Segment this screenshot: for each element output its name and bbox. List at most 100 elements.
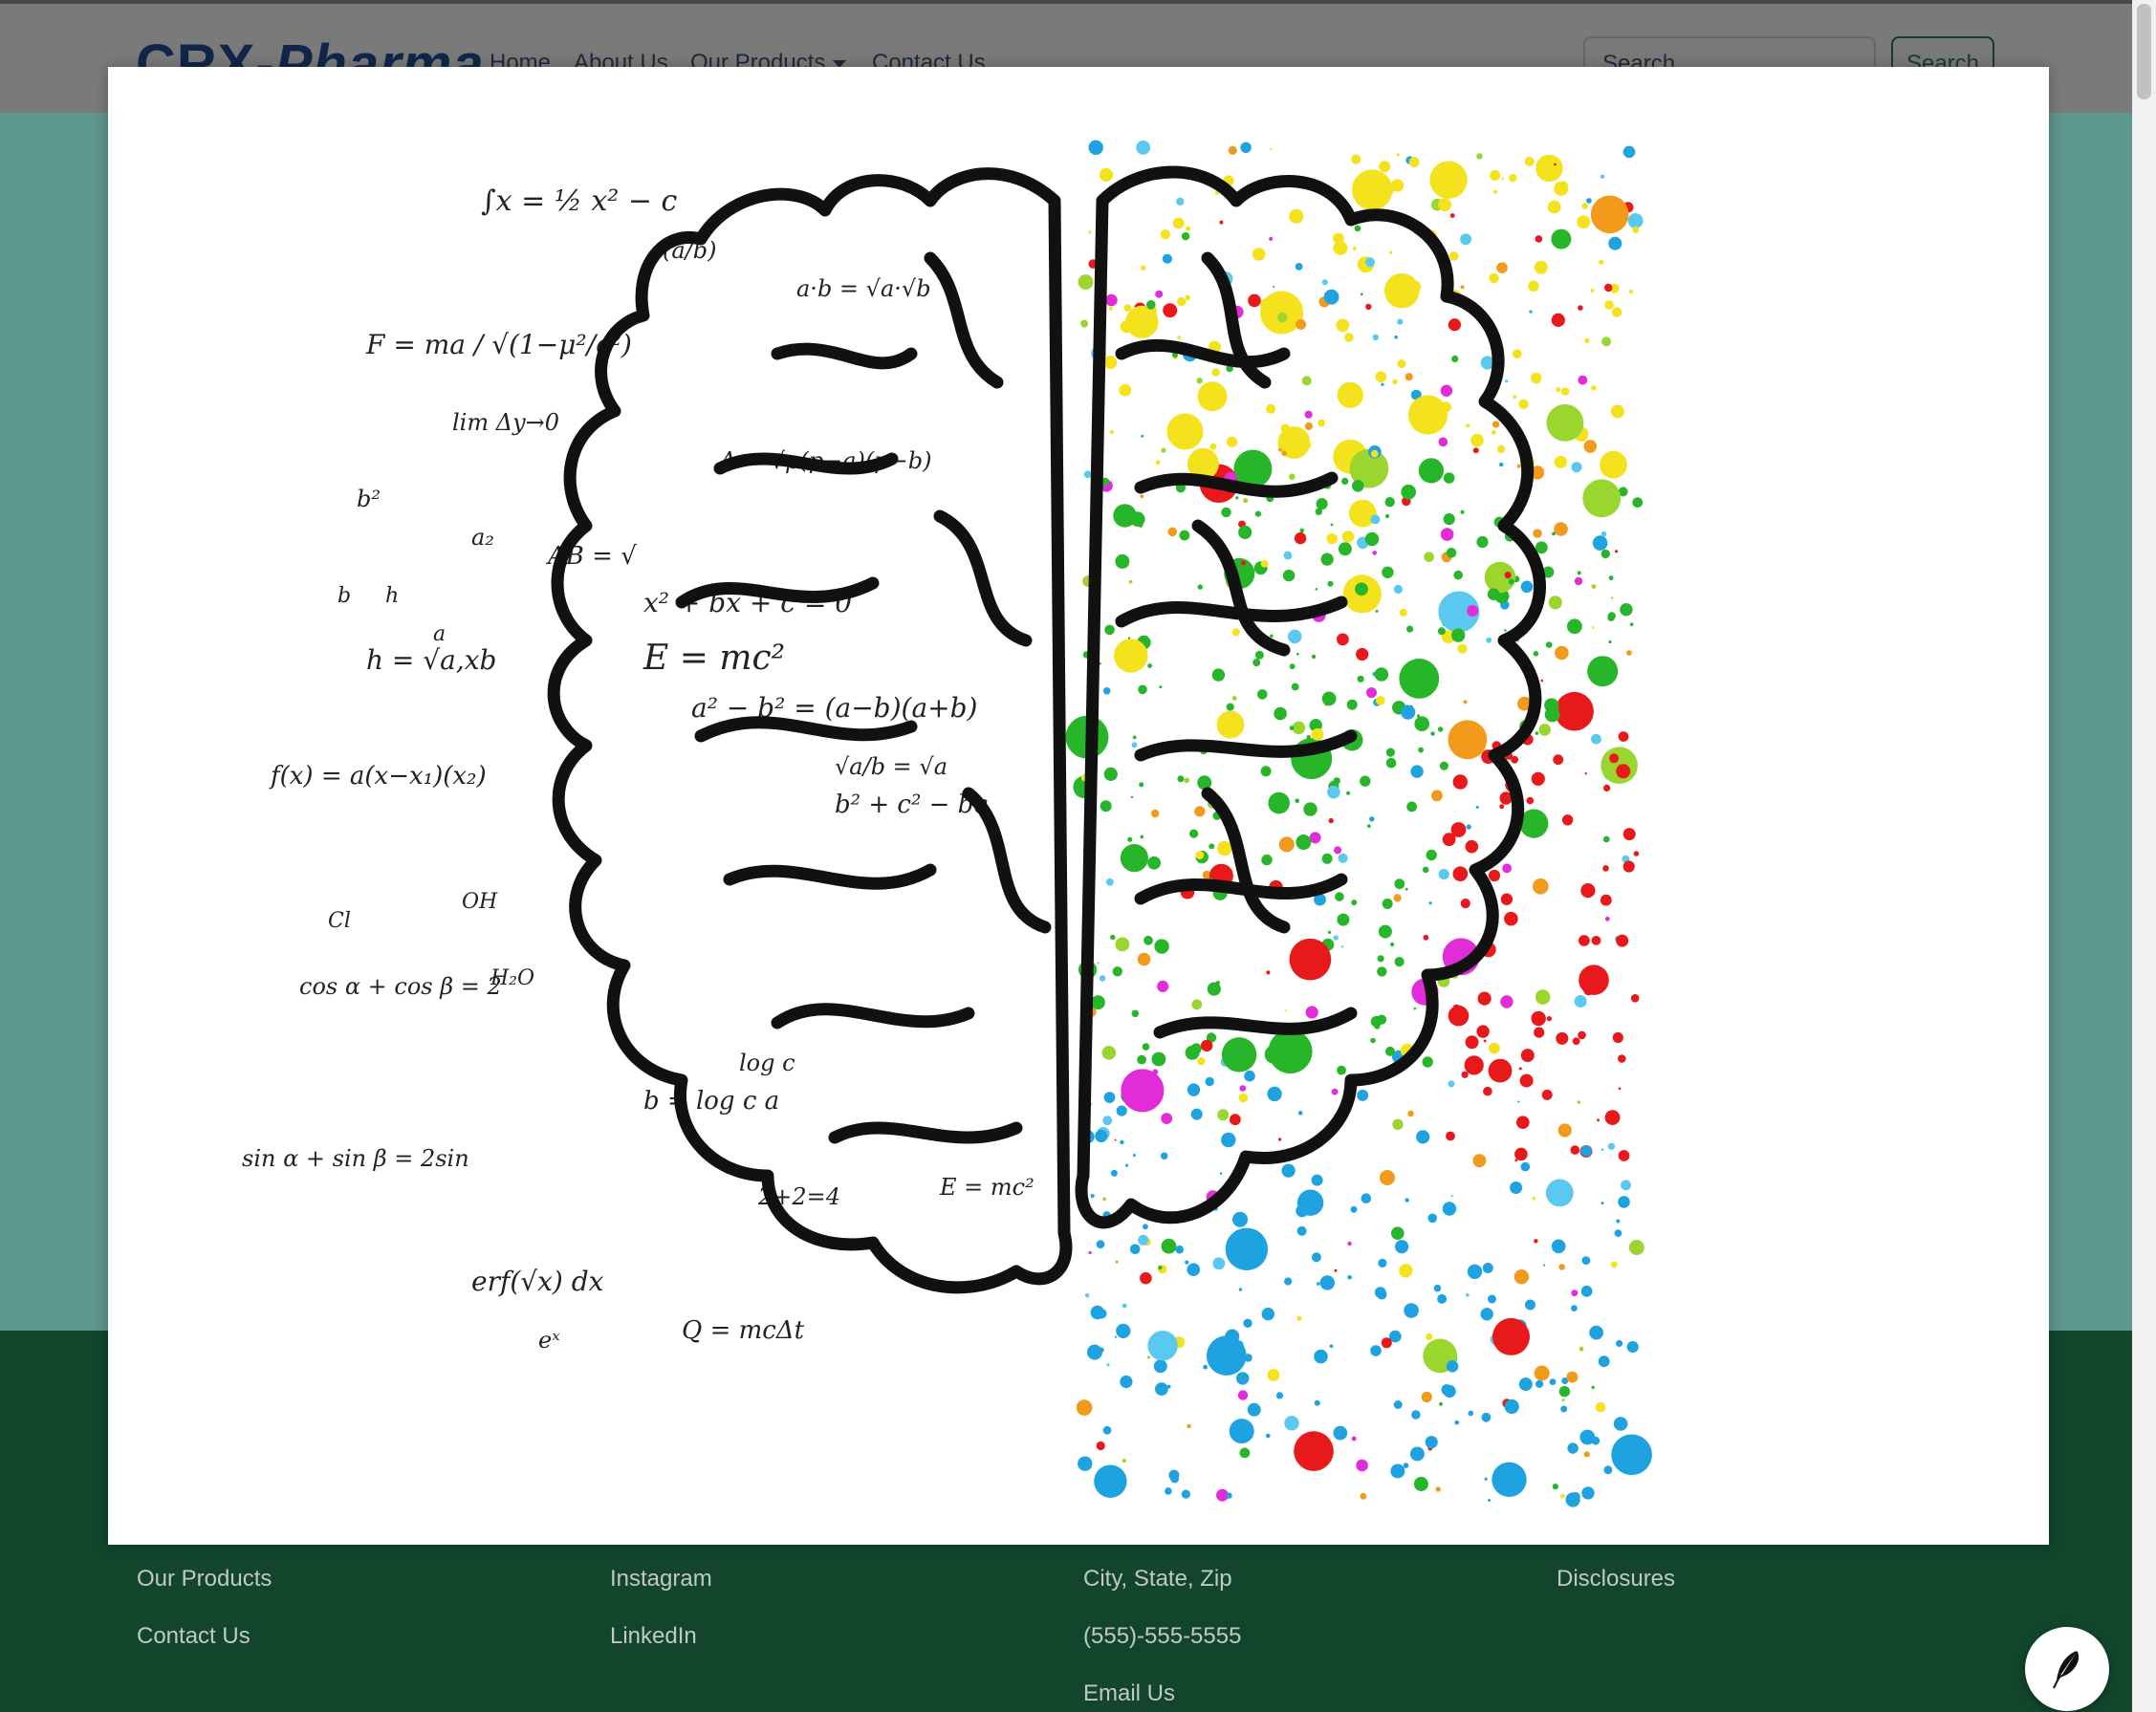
paint-drop	[1581, 1256, 1591, 1265]
paint-drop	[1153, 1359, 1167, 1374]
footer-disclosures-link[interactable]: Disclosures	[1557, 1566, 1675, 1593]
paint-drop	[1121, 1069, 1165, 1113]
paint-drop	[1155, 1382, 1168, 1396]
paint-drop	[1427, 1213, 1437, 1224]
paint-drop	[1418, 458, 1444, 484]
paint-drop	[1499, 462, 1504, 467]
paint-drop	[1241, 560, 1246, 566]
paint-drop	[1622, 860, 1635, 873]
paint-drop	[1179, 530, 1190, 541]
footer-instagram-link[interactable]: Instagram	[610, 1566, 712, 1593]
footer-address: City, State, Zip	[1083, 1566, 1232, 1592]
paint-drop	[1143, 1224, 1148, 1230]
paint-drop	[1283, 551, 1293, 560]
paint-drop	[1356, 1459, 1368, 1472]
paint-drop	[1110, 934, 1116, 941]
equation-text: h = √a,xb	[366, 644, 496, 676]
math-equations: ∫x = ½ x² − c F = ma / √(1−μ²/c²) lim Δy→0…	[242, 184, 1034, 1354]
paint-drop	[1270, 634, 1274, 638]
scrollbar[interactable]	[2132, 0, 2156, 1712]
scrollbar-thumb[interactable]	[2137, 4, 2151, 99]
paint-drop	[1535, 541, 1548, 554]
paint-drop	[1602, 865, 1609, 872]
paint-drop	[1187, 1263, 1201, 1276]
paint-drop	[1370, 514, 1381, 525]
paint-drop	[1508, 578, 1514, 585]
paint-drop	[1395, 1240, 1409, 1254]
footer-linkedin-link[interactable]: LinkedIn	[610, 1623, 697, 1650]
paint-drop	[1088, 140, 1103, 155]
footer-contact-us-link[interactable]: Contact Us	[137, 1623, 250, 1650]
paint-drop	[1243, 498, 1249, 504]
equation-text: a·b = √a·√b	[796, 275, 931, 302]
paint-drop	[1209, 443, 1217, 450]
paint-drop	[1353, 247, 1357, 250]
paint-drop	[1578, 1030, 1586, 1040]
paint-drop	[1372, 334, 1380, 341]
equation-text: OH	[462, 890, 498, 914]
paint-drop	[1384, 497, 1395, 508]
paint-drop	[1219, 220, 1224, 225]
paint-drop	[1166, 1384, 1171, 1389]
paint-drop	[1393, 584, 1403, 595]
paint-drop	[1545, 641, 1553, 648]
paint-drop	[1252, 248, 1266, 261]
footer-email-link[interactable]: Email Us	[1083, 1680, 1175, 1707]
footer-our-products-link[interactable]: Our Products	[137, 1566, 272, 1593]
paint-drop	[1528, 280, 1539, 292]
paint-drop	[1277, 312, 1288, 323]
paint-drop	[1440, 384, 1453, 397]
paint-drop	[1102, 1197, 1106, 1202]
paint-drop	[1327, 580, 1334, 587]
paint-drop	[1379, 161, 1391, 173]
paint-drop	[1610, 404, 1624, 419]
paint-drop	[1277, 447, 1282, 452]
paint-drop	[1467, 605, 1479, 617]
paint-drop	[1281, 450, 1287, 457]
paint-drop	[1385, 757, 1397, 769]
paint-drop	[1516, 1116, 1530, 1129]
chat-widget-button[interactable]	[2025, 1627, 2109, 1711]
paint-drop	[1244, 1070, 1255, 1082]
paint-drop	[1457, 643, 1468, 654]
paint-drop	[1554, 163, 1557, 166]
paint-drop	[1197, 381, 1228, 412]
paint-drop	[1591, 1385, 1595, 1390]
paint-drop	[1296, 1189, 1324, 1216]
paint-drop	[1602, 835, 1610, 843]
paint-drop	[1578, 305, 1583, 311]
paint-drop	[1600, 894, 1612, 906]
paint-drop	[1254, 650, 1264, 660]
paint-drop	[1299, 528, 1304, 533]
paint-drop	[1618, 731, 1629, 742]
image-modal[interactable]: ∫x = ½ x² − c F = ma / √(1−μ²/c²) lim Δy→0…	[108, 67, 2049, 1545]
paint-drop	[1329, 1344, 1334, 1349]
paint-drop	[1257, 689, 1268, 700]
paint-drop	[1517, 1100, 1520, 1103]
paint-drop	[1622, 828, 1636, 841]
paint-drop	[1346, 791, 1351, 795]
paint-drop	[1442, 1202, 1457, 1216]
paint-drop	[1267, 1086, 1282, 1102]
paint-drop	[1587, 656, 1619, 687]
paint-drop	[1595, 1401, 1606, 1413]
paint-drop	[1294, 531, 1307, 545]
equation-text: h	[385, 584, 399, 608]
paint-drop	[1490, 170, 1501, 181]
paint-drop	[1429, 161, 1468, 199]
paint-drop	[1099, 167, 1114, 182]
paint-drop	[1261, 854, 1273, 866]
paint-drop	[1335, 892, 1344, 901]
paint-drop	[1177, 296, 1187, 307]
paint-drop	[1492, 1317, 1530, 1355]
paint-drop	[1095, 1129, 1108, 1143]
paint-drop	[1137, 1054, 1146, 1065]
paint-drop	[1604, 916, 1610, 921]
paint-drop	[1138, 1234, 1149, 1246]
paint-drop	[1591, 584, 1597, 589]
paint-drop	[1237, 1390, 1249, 1400]
paint-drop	[1321, 853, 1333, 864]
paint-drop	[1577, 1100, 1581, 1104]
paint-drop	[1577, 215, 1591, 229]
paint-drop	[1546, 1016, 1552, 1022]
